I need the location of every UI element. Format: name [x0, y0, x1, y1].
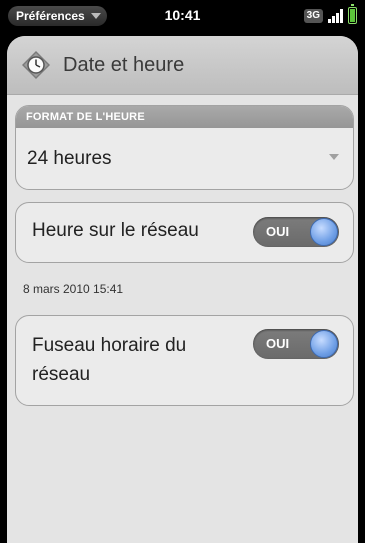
chevron-down-icon — [329, 154, 339, 160]
battery-icon — [348, 4, 357, 24]
network-timezone-toggle[interactable]: OUI — [253, 329, 339, 359]
section-label: FORMAT DE L'HEURE — [16, 106, 353, 128]
network-time-label: Heure sur le réseau — [32, 220, 199, 241]
network-time-row: Heure sur le réseau OUI — [15, 202, 354, 263]
network-timezone-row: Fuseau horaire du réseau OUI — [15, 315, 354, 406]
network-timezone-label-line2: réseau — [32, 364, 91, 385]
toggle-knob — [310, 330, 338, 358]
preferences-card: Date et heure FORMAT DE L'HEURE 24 heure… — [7, 36, 358, 543]
toggle-knob — [310, 218, 338, 246]
time-format-group: FORMAT DE L'HEURE 24 heures — [15, 105, 354, 190]
toggle-label: OUI — [266, 336, 290, 351]
network-type-badge: 3G — [303, 8, 323, 23]
network-time-toggle[interactable]: OUI — [253, 217, 339, 247]
page-title: Date et heure — [63, 53, 185, 76]
toggle-label: OUI — [266, 224, 290, 239]
time-format-value: 24 heures — [27, 148, 112, 169]
clock-icon — [21, 50, 51, 80]
app-header: Date et heure — [7, 36, 358, 95]
signal-strength-icon — [328, 8, 343, 23]
current-datetime: 8 mars 2010 15:41 — [23, 282, 124, 296]
time-format-select[interactable]: 24 heures — [16, 128, 353, 189]
status-indicators[interactable]: 3G — [303, 4, 357, 24]
network-timezone-label-line1: Fuseau horaire du — [32, 335, 187, 356]
status-bar: Préférences 10:41 3G — [0, 0, 365, 32]
